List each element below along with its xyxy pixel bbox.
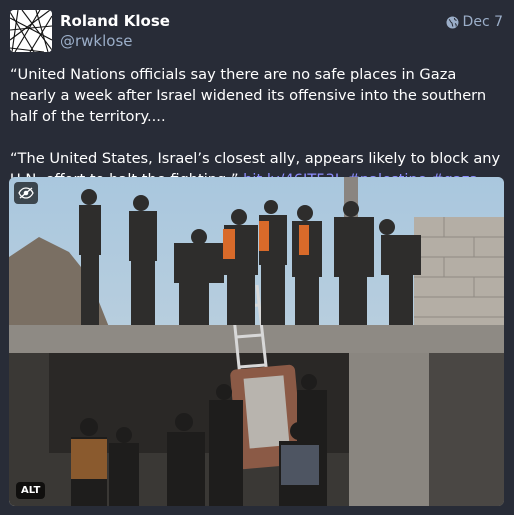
alt-text-badge[interactable]: ALT [16, 482, 46, 499]
display-name[interactable]: Roland Klose [60, 12, 170, 30]
photo [9, 177, 504, 506]
media-attachment[interactable]: ALT [9, 177, 504, 506]
abstract-lines-avatar-icon [10, 10, 52, 52]
account-handle[interactable]: @rwklose [60, 32, 133, 50]
hide-media-button[interactable] [14, 182, 38, 204]
eye-slash-icon [18, 187, 34, 199]
status-paragraph: “United Nations officials say there are … [10, 66, 487, 125]
post-date: Dec 7 [462, 14, 503, 30]
post-timestamp[interactable]: Dec 7 [446, 14, 503, 30]
avatar[interactable] [10, 10, 52, 52]
globe-icon [446, 16, 459, 29]
status-post: Roland Klose @rwklose Dec 7 “United Nati… [0, 0, 514, 515]
